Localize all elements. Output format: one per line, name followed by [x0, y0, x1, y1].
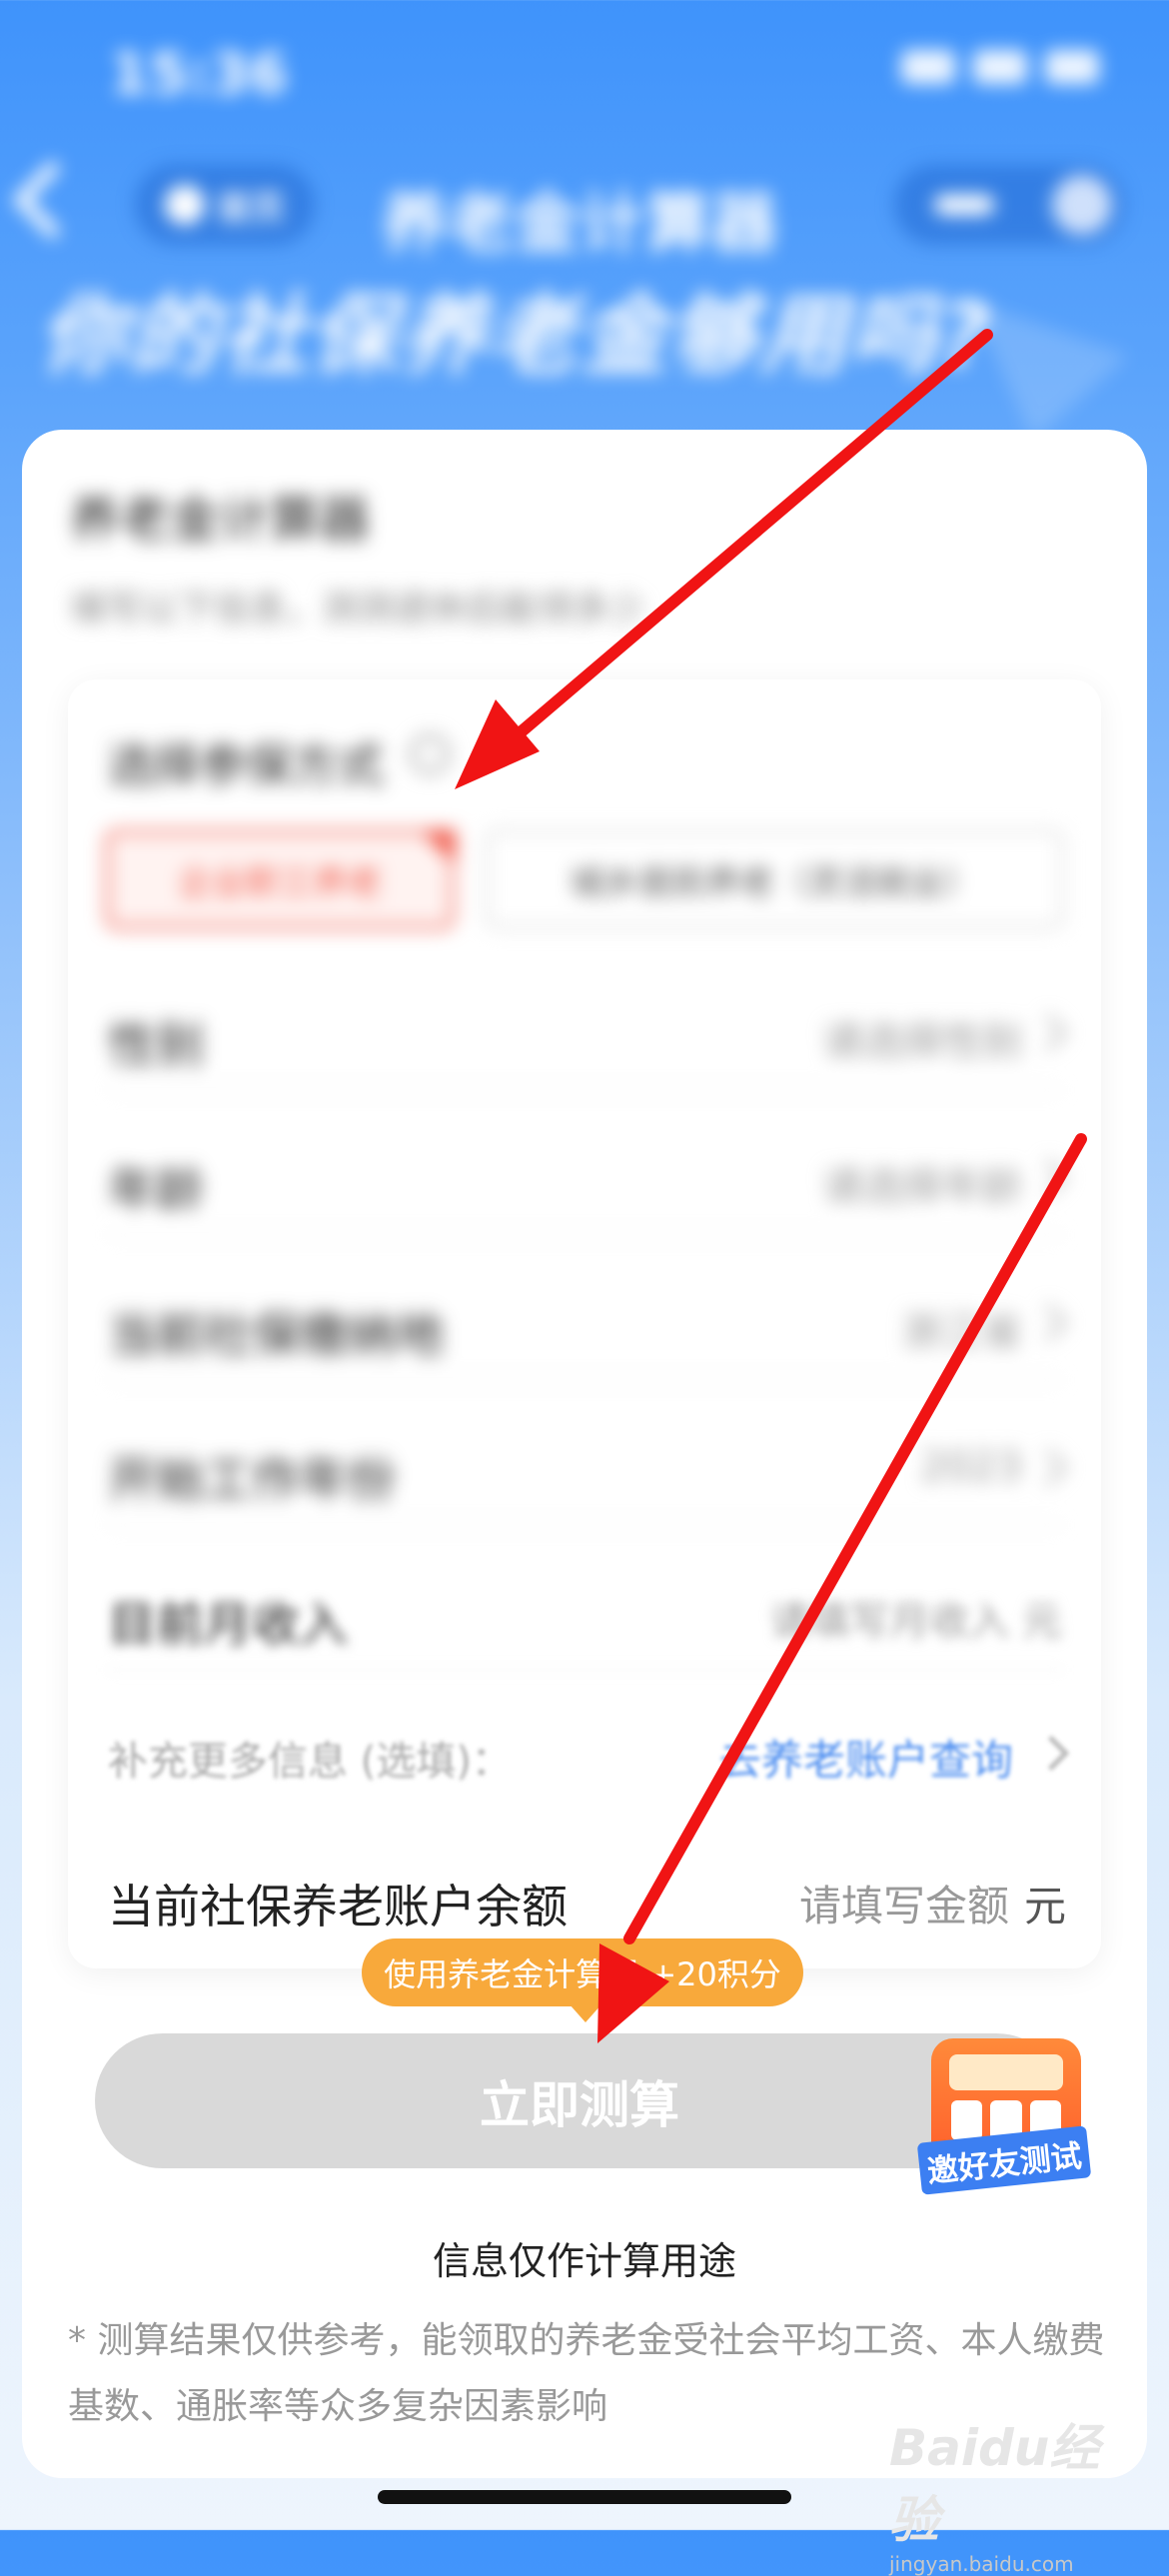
home-button[interactable]: 首页: [135, 165, 315, 245]
account-balance-unit: 元: [1024, 1882, 1067, 1931]
card-subtitle: 填写以下信息，测测退休后能领多少: [70, 589, 646, 630]
wifi-icon: [973, 50, 1027, 84]
row-label: 年龄: [108, 1162, 205, 1218]
row-start-work-year[interactable]: 开始工作年份 2023: [108, 1404, 1068, 1526]
insurance-type-label: 选择参保方式: [108, 738, 384, 792]
row-value: 2023: [920, 1444, 1022, 1490]
row-monthly-income[interactable]: 目前月收入 请填写月收入 元: [108, 1549, 1062, 1671]
row-label: 目前月收入: [108, 1597, 349, 1653]
points-promo-badge: 使用养老金计算器 +20积分: [362, 1938, 803, 2006]
row-label: 当前社保缴纳地: [108, 1307, 445, 1363]
hero-slogan: 你的社保养老金够用吗?: [40, 284, 993, 387]
chevron-right-icon: [1029, 1448, 1068, 1487]
extra-info-label: 补充更多信息 (选填)：: [108, 1739, 512, 1785]
row-label: 性别: [108, 1017, 205, 1073]
watermark: Baidu经验 jingyan.baidu.com: [889, 2408, 1129, 2576]
row-value: 请选择年龄: [822, 1164, 1022, 1210]
card-title: 养老金计算器: [70, 491, 370, 549]
signal-icon: [901, 50, 955, 84]
chevron-right-icon: [1029, 1158, 1068, 1197]
watermark-logo: Baidu经验: [889, 2419, 1100, 2549]
hero-decoration: [969, 300, 1129, 440]
row-label: 开始工作年份: [108, 1452, 397, 1508]
pension-account-query-link[interactable]: 去养老账户查询: [719, 1727, 1013, 1788]
chevron-right-icon: [1029, 1013, 1068, 1052]
chevron-right-icon: [1029, 1303, 1068, 1342]
back-icon[interactable]: [12, 160, 92, 240]
account-balance-label: 当前社保养老账户余额: [108, 1880, 568, 1933]
row-age[interactable]: 年龄 请选择年龄: [108, 1114, 1068, 1236]
home-label: 首页: [217, 188, 285, 229]
status-time: 15:36: [110, 42, 289, 107]
monthly-income-input[interactable]: 请填写月收入 元: [769, 1589, 1062, 1647]
more-icon[interactable]: [934, 195, 994, 215]
row-value: 浙江省: [902, 1309, 1022, 1355]
promo-pointer: [570, 2004, 601, 2022]
home-indicator[interactable]: [378, 2490, 791, 2504]
account-balance-input[interactable]: 请填写金额: [799, 1873, 1009, 1933]
invite-friends-button[interactable]: 邀好友测试: [916, 2038, 1092, 2198]
status-icons: [901, 50, 1099, 84]
page-title: 养老金计算器: [382, 185, 777, 262]
watermark-url: jingyan.baidu.com: [889, 2552, 1074, 2576]
mini-program-capsule[interactable]: [894, 165, 1124, 245]
home-icon: [165, 185, 205, 225]
help-icon[interactable]: [410, 734, 450, 774]
row-insured-location[interactable]: 当前社保缴纳地 浙江省: [108, 1259, 1068, 1381]
selected-check-icon: [420, 829, 456, 865]
battery-icon: [1045, 50, 1099, 84]
option-enterprise-pension[interactable]: 企业职工养老: [105, 829, 455, 929]
info-usage-note: 信息仅作计算用途: [432, 2239, 736, 2283]
row-value: 请选择性别: [822, 1019, 1022, 1065]
row-gender[interactable]: 性别 请选择性别: [108, 969, 1068, 1091]
close-icon[interactable]: [1052, 175, 1112, 235]
option-resident-pension[interactable]: 城乡居民养老（灵活就业）: [485, 829, 1064, 929]
calculator-screen: [949, 2054, 1063, 2090]
